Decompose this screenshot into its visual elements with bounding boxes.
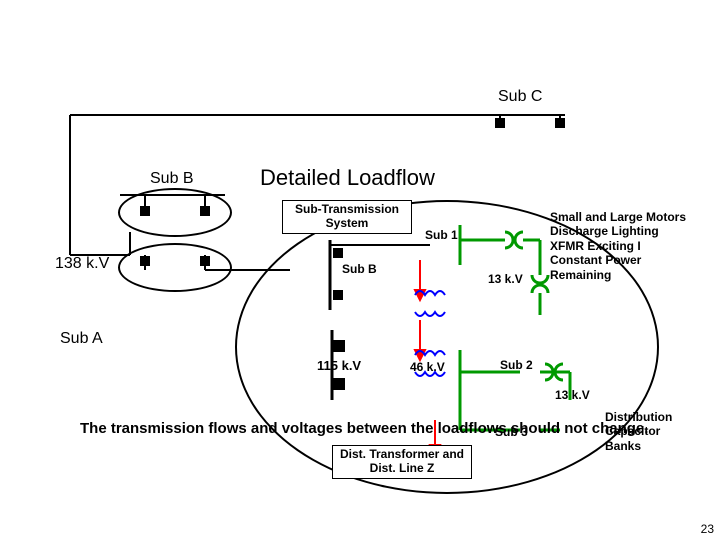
label-13kv-a: 13 k.V	[488, 272, 523, 286]
diagram-canvas: Detailed Loadflow Sub-Transmission Syste…	[0, 0, 720, 540]
label-load-types: Small and Large Motors Discharge Lightin…	[550, 210, 686, 282]
diagram-title: Detailed Loadflow	[260, 165, 435, 191]
bus-ellipse-138kv	[118, 243, 232, 292]
breaker	[333, 340, 345, 352]
breaker	[333, 248, 343, 258]
box-subtransmission: Sub-Transmission System	[282, 200, 412, 234]
bus-ellipse-sub-b	[118, 188, 232, 237]
note-paragraph: The transmission flows and voltages betw…	[80, 420, 648, 439]
label-sub-a: Sub A	[60, 330, 103, 348]
box-dist-transformer: Dist. Transformer and Dist. Line Z	[332, 445, 472, 479]
breaker	[200, 206, 210, 216]
breaker	[495, 118, 505, 128]
label-sub-b-inner: Sub B	[342, 262, 377, 276]
breaker	[140, 206, 150, 216]
label-138kv: 138 k.V	[55, 255, 109, 273]
breaker	[333, 378, 345, 390]
breaker	[333, 290, 343, 300]
breaker	[140, 256, 150, 266]
label-sub-2: Sub 2	[500, 358, 533, 372]
label-sub-c: Sub C	[498, 88, 542, 106]
label-13kv-b: 13 k.V	[555, 388, 590, 402]
label-115kv: 115 k.V	[317, 358, 361, 373]
breaker	[200, 256, 210, 266]
label-sub-b: Sub B	[150, 170, 194, 188]
page-number: 23	[701, 522, 714, 536]
breaker	[555, 118, 565, 128]
label-sub-1: Sub 1	[425, 228, 458, 242]
label-46kv: 46 k.V	[410, 360, 445, 374]
